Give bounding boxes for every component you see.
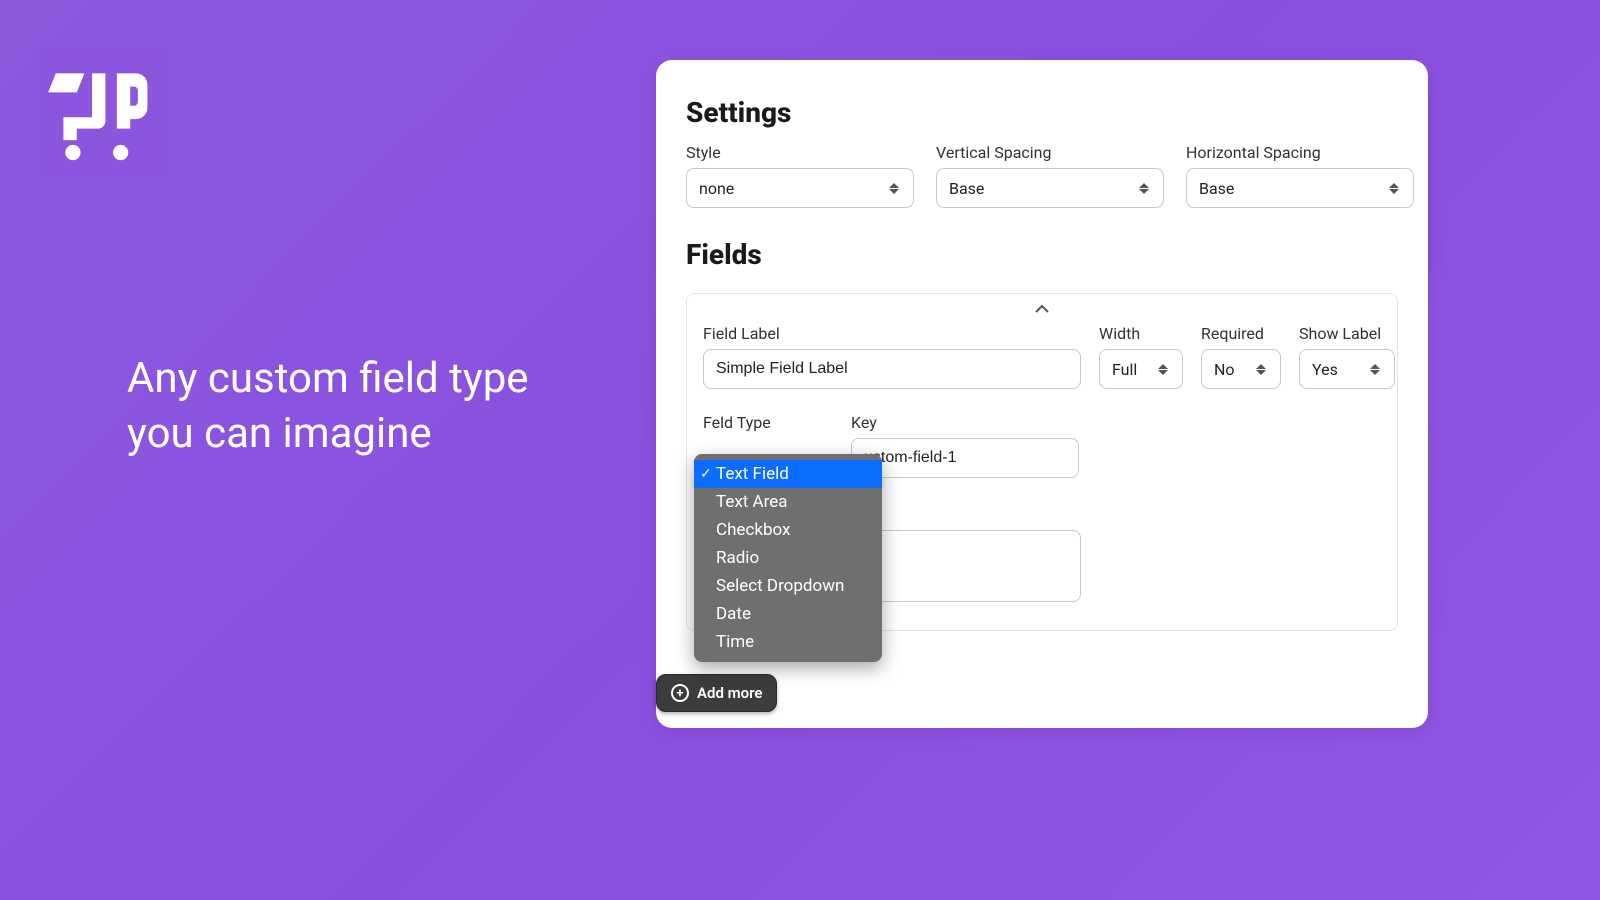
key-input[interactable] <box>851 438 1079 478</box>
settings-panel: Settings Style none Vertical Spacing Bas… <box>656 60 1428 728</box>
collapse-toggle[interactable] <box>1031 300 1053 318</box>
vertical-spacing-label: Vertical Spacing <box>936 143 1164 162</box>
style-field: Style none <box>686 143 914 208</box>
field-row-1: Field Label Width Full Required <box>703 324 1381 389</box>
width-value: Full <box>1112 360 1137 379</box>
app-logo <box>38 46 168 176</box>
add-more-label: Add more <box>697 684 762 702</box>
width-label: Width <box>1099 324 1183 343</box>
key-text[interactable] <box>864 439 1066 477</box>
vertical-spacing-select[interactable]: Base <box>936 168 1164 208</box>
width-group: Width Full <box>1099 324 1183 389</box>
field-type-label: Feld Type <box>703 413 833 432</box>
marketing-headline: Any custom field type you can imagine <box>127 352 587 461</box>
required-label: Required <box>1201 324 1281 343</box>
add-more-button[interactable]: + Add more <box>656 674 777 712</box>
style-label: Style <box>686 143 914 162</box>
dropdown-item-checkbox[interactable]: Checkbox <box>694 516 882 544</box>
showlabel-label: Show Label <box>1299 324 1395 343</box>
settings-heading: Settings <box>686 96 1398 129</box>
required-group: Required No <box>1201 324 1281 389</box>
width-select[interactable]: Full <box>1099 349 1183 389</box>
style-select[interactable]: none <box>686 168 914 208</box>
plus-circle-icon: + <box>671 684 689 702</box>
updown-icon <box>1156 364 1170 375</box>
key-label: Key <box>851 413 1079 432</box>
updown-icon <box>887 183 901 194</box>
dropdown-item-time[interactable]: Time <box>694 628 882 656</box>
fields-heading: Fields <box>686 238 1398 271</box>
horizontal-spacing-value: Base <box>1199 179 1234 198</box>
dropdown-item-select-dropdown[interactable]: Select Dropdown <box>694 572 882 600</box>
field-editor-box: Field Label Width Full Required <box>686 293 1398 631</box>
dropdown-item-date[interactable]: Date <box>694 600 882 628</box>
showlabel-group: Show Label Yes <box>1299 324 1395 389</box>
field-label-group: Field Label <box>703 324 1081 389</box>
key-group: Key <box>851 413 1079 478</box>
field-label-input[interactable] <box>703 349 1081 389</box>
updown-icon <box>1254 364 1268 375</box>
horizontal-spacing-label: Horizontal Spacing <box>1186 143 1414 162</box>
updown-icon <box>1137 183 1151 194</box>
field-type-dropdown: Text Field Text Area Checkbox Radio Sele… <box>694 454 882 662</box>
chevron-up-icon <box>1035 304 1049 314</box>
vertical-spacing-field: Vertical Spacing Base <box>936 143 1164 208</box>
dropdown-item-text-area[interactable]: Text Area <box>694 488 882 516</box>
vertical-spacing-value: Base <box>949 179 984 198</box>
showlabel-value: Yes <box>1312 360 1338 379</box>
field-label-label: Field Label <box>703 324 1081 343</box>
dropdown-item-text-field[interactable]: Text Field <box>694 460 882 488</box>
settings-row: Style none Vertical Spacing Base Horizon… <box>686 143 1398 208</box>
dropdown-item-radio[interactable]: Radio <box>694 544 882 572</box>
horizontal-spacing-select[interactable]: Base <box>1186 168 1414 208</box>
required-select[interactable]: No <box>1201 349 1281 389</box>
field-label-text[interactable] <box>716 350 1068 388</box>
required-value: No <box>1214 360 1235 379</box>
updown-icon <box>1387 183 1401 194</box>
horizontal-spacing-field: Horizontal Spacing Base <box>1186 143 1414 208</box>
style-value: none <box>699 179 734 198</box>
updown-icon <box>1368 364 1382 375</box>
cart-logo-icon <box>46 59 161 164</box>
showlabel-select[interactable]: Yes <box>1299 349 1395 389</box>
